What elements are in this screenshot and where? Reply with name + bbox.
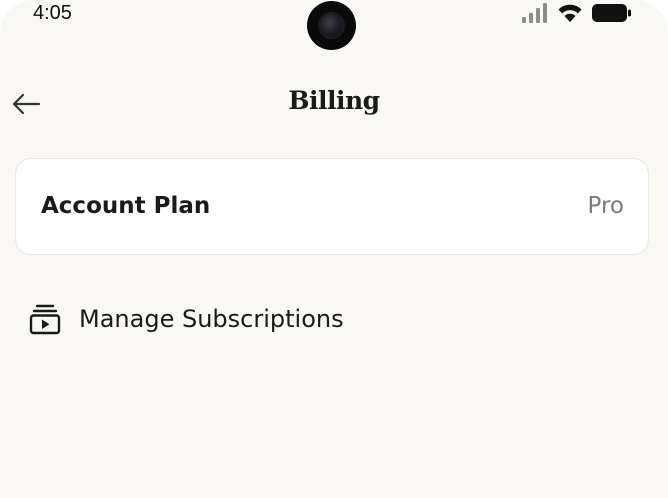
manage-subscriptions-label: Manage Subscriptions [79, 305, 344, 333]
status-icons [522, 2, 632, 28]
battery-icon [592, 3, 632, 28]
wifi-icon [558, 3, 582, 28]
account-plan-value: Pro [587, 193, 625, 219]
manage-subscriptions-item[interactable]: Manage Subscriptions [28, 298, 344, 340]
account-plan-label: Account Plan [41, 193, 211, 219]
subscriptions-icon [28, 302, 62, 336]
front-camera [307, 1, 356, 50]
phone-screen: 4:05 Billing Account Plan Pro Manage Sub… [0, 0, 668, 498]
status-bar: 4:05 [0, 0, 668, 50]
account-plan-card[interactable]: Account Plan Pro [15, 158, 649, 255]
cellular-signal-icon [522, 2, 548, 28]
nav-header: Billing [0, 72, 668, 136]
camera-lens [320, 14, 343, 37]
page-title: Billing [288, 86, 380, 115]
status-time: 4:05 [33, 2, 72, 24]
